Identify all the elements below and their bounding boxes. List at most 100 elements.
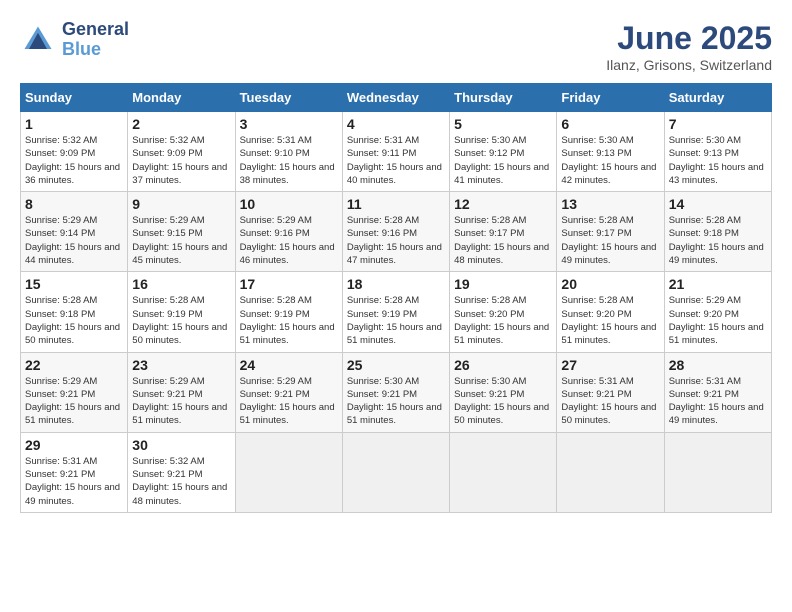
sunset-text: Sunset: 9:21 PM	[132, 389, 202, 400]
sunrise-text: Sunrise: 5:28 AM	[347, 295, 419, 306]
day-number: 29	[25, 437, 123, 453]
calendar-cell: 11Sunrise: 5:28 AMSunset: 9:16 PMDayligh…	[342, 192, 449, 272]
calendar-cell	[235, 432, 342, 512]
sunset-text: Sunset: 9:15 PM	[132, 228, 202, 239]
calendar-cell: 16 Sunrise: 5:28 AMSunset: 9:19 PMDayligh…	[128, 272, 235, 352]
sunrise-text: Sunrise: 5:32 AM	[132, 135, 204, 146]
month-title: June 2025	[606, 20, 772, 57]
calendar-cell: 28Sunrise: 5:31 AMSunset: 9:21 PMDayligh…	[664, 352, 771, 432]
day-number: 19	[454, 276, 552, 292]
day-info: Sunrise: 5:29 AMSunset: 9:16 PMDaylight:…	[240, 214, 338, 267]
sunrise-text: Sunrise: 5:28 AM	[132, 295, 204, 306]
sunset-text: Sunset: 9:18 PM	[669, 228, 739, 239]
page-header: General Blue June 2025 Ilanz, Grisons, S…	[20, 20, 772, 73]
daylight-text: Daylight: 15 hours and 36 minutes.	[25, 162, 120, 186]
sunrise-text: Sunrise: 5:29 AM	[132, 376, 204, 387]
calendar-cell: 22Sunrise: 5:29 AMSunset: 9:21 PMDayligh…	[21, 352, 128, 432]
sunrise-text: Sunrise: 5:28 AM	[454, 215, 526, 226]
sunset-text: Sunset: 9:21 PM	[561, 389, 631, 400]
daylight-text: Daylight: 15 hours and 50 minutes.	[454, 402, 549, 426]
day-number: 12	[454, 196, 552, 212]
sunset-text: Sunset: 9:17 PM	[561, 228, 631, 239]
day-info: Sunrise: 5:28 AMSunset: 9:20 PMDaylight:…	[561, 294, 659, 347]
daylight-text: Daylight: 15 hours and 51 minutes.	[132, 402, 227, 426]
sunrise-text: Sunrise: 5:31 AM	[669, 376, 741, 387]
day-number: 25	[347, 357, 445, 373]
day-number: 13	[561, 196, 659, 212]
logo-text: General Blue	[62, 20, 129, 60]
location-subtitle: Ilanz, Grisons, Switzerland	[606, 57, 772, 73]
calendar-cell: 18Sunrise: 5:28 AMSunset: 9:19 PMDayligh…	[342, 272, 449, 352]
sunrise-text: Sunrise: 5:31 AM	[561, 376, 633, 387]
day-info: Sunrise: 5:31 AMSunset: 9:11 PMDaylight:…	[347, 134, 445, 187]
calendar-cell: 8Sunrise: 5:29 AMSunset: 9:14 PMDaylight…	[21, 192, 128, 272]
day-info: Sunrise: 5:31 AM Sunset: 9:21 PM Daylight:…	[669, 375, 767, 428]
day-number: 18	[347, 276, 445, 292]
calendar-cell: 30Sunrise: 5:32 AMSunset: 9:21 PMDayligh…	[128, 432, 235, 512]
daylight-text: Daylight: 15 hours and 48 minutes.	[454, 242, 549, 266]
sunset-text: Sunset: 9:12 PM	[454, 148, 524, 159]
day-info: Sunrise: 5:30 AMSunset: 9:12 PMDaylight:…	[454, 134, 552, 187]
day-info: Sunrise: 5:31 AMSunset: 9:10 PMDaylight:…	[240, 134, 338, 187]
sunset-text: Sunset: 9:21 PM	[240, 389, 310, 400]
day-number: 16	[132, 276, 230, 292]
calendar-cell: 1Sunrise: 5:32 AMSunset: 9:09 PMDaylight…	[21, 112, 128, 192]
day-info: Sunrise: 5:29 AM Sunset: 9:21 PM Daylight:…	[132, 375, 230, 428]
sunrise-text: Sunrise: 5:30 AM	[454, 376, 526, 387]
daylight-text: Daylight: 15 hours and 49 minutes.	[669, 402, 764, 426]
column-header-thursday: Thursday	[450, 84, 557, 112]
day-number: 24	[240, 357, 338, 373]
day-number: 6	[561, 116, 659, 132]
day-info: Sunrise: 5:29 AMSunset: 9:20 PMDaylight:…	[669, 294, 767, 347]
day-number: 26	[454, 357, 552, 373]
sunrise-text: Sunrise: 5:28 AM	[240, 295, 312, 306]
day-number: 22	[25, 357, 123, 373]
calendar-cell: 12Sunrise: 5:28 AMSunset: 9:17 PMDayligh…	[450, 192, 557, 272]
calendar-cell	[450, 432, 557, 512]
calendar-cell: 10Sunrise: 5:29 AMSunset: 9:16 PMDayligh…	[235, 192, 342, 272]
day-number: 4	[347, 116, 445, 132]
calendar-cell: 14Sunrise: 5:28 AMSunset: 9:18 PMDayligh…	[664, 192, 771, 272]
daylight-text: Daylight: 15 hours and 38 minutes.	[240, 162, 335, 186]
sunrise-text: Sunrise: 5:29 AM	[669, 295, 741, 306]
sunset-text: Sunset: 9:11 PM	[347, 148, 417, 159]
daylight-text: Daylight: 15 hours and 51 minutes.	[669, 322, 764, 346]
calendar-cell: 3Sunrise: 5:31 AMSunset: 9:10 PMDaylight…	[235, 112, 342, 192]
day-number: 7	[669, 116, 767, 132]
sunrise-text: Sunrise: 5:28 AM	[561, 215, 633, 226]
sunset-text: Sunset: 9:14 PM	[25, 228, 95, 239]
daylight-text: Daylight: 15 hours and 50 minutes.	[132, 322, 227, 346]
column-header-saturday: Saturday	[664, 84, 771, 112]
day-info: Sunrise: 5:29 AMSunset: 9:14 PMDaylight:…	[25, 214, 123, 267]
sunrise-text: Sunrise: 5:29 AM	[240, 215, 312, 226]
day-number: 15	[25, 276, 123, 292]
day-info: Sunrise: 5:28 AMSunset: 9:19 PMDaylight:…	[132, 294, 230, 347]
sunset-text: Sunset: 9:21 PM	[669, 389, 739, 400]
day-number: 20	[561, 276, 659, 292]
daylight-text: Daylight: 15 hours and 50 minutes.	[561, 402, 656, 426]
calendar-cell	[557, 432, 664, 512]
column-header-monday: Monday	[128, 84, 235, 112]
calendar-cell	[664, 432, 771, 512]
sunrise-text: Sunrise: 5:32 AM	[25, 135, 97, 146]
sunrise-text: Sunrise: 5:28 AM	[669, 215, 741, 226]
day-number: 9	[132, 196, 230, 212]
calendar-cell: 29Sunrise: 5:31 AMSunset: 9:21 PMDayligh…	[21, 432, 128, 512]
daylight-text: Daylight: 15 hours and 37 minutes.	[132, 162, 227, 186]
column-header-friday: Friday	[557, 84, 664, 112]
calendar-week-row: 1Sunrise: 5:32 AMSunset: 9:09 PMDaylight…	[21, 112, 772, 192]
logo: General Blue	[20, 20, 129, 60]
daylight-text: Daylight: 15 hours and 43 minutes.	[669, 162, 764, 186]
sunrise-text: Sunrise: 5:31 AM	[347, 135, 419, 146]
sunrise-text: Sunrise: 5:29 AM	[132, 215, 204, 226]
day-info: Sunrise: 5:32 AMSunset: 9:09 PMDaylight:…	[132, 134, 230, 187]
day-number: 5	[454, 116, 552, 132]
sunrise-text: Sunrise: 5:31 AM	[240, 135, 312, 146]
daylight-text: Daylight: 15 hours and 42 minutes.	[561, 162, 656, 186]
calendar-cell: 27Sunrise: 5:31 AMSunset: 9:21 PMDayligh…	[557, 352, 664, 432]
logo-icon	[20, 22, 56, 58]
day-info: Sunrise: 5:28 AMSunset: 9:19 PMDaylight:…	[240, 294, 338, 347]
day-info: Sunrise: 5:30 AMSunset: 9:13 PMDaylight:…	[669, 134, 767, 187]
sunset-text: Sunset: 9:16 PM	[240, 228, 310, 239]
calendar-cell: 20 Sunrise: 5:28 AMSunset: 9:20 PMDayligh…	[557, 272, 664, 352]
